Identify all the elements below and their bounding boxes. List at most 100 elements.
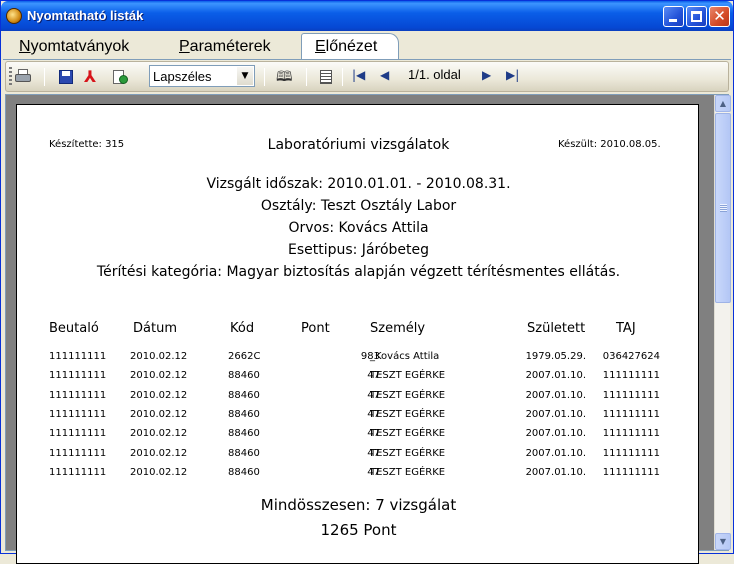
table-cell: 88460 xyxy=(228,370,260,382)
table-cell: 88460 xyxy=(228,428,260,440)
tab-parameterek[interactable]: Paraméterek xyxy=(179,35,271,59)
toolbar-separator xyxy=(342,68,343,86)
table-cell: 111111111 xyxy=(602,428,660,440)
toolbar-grip[interactable] xyxy=(9,67,12,87)
first-page-icon[interactable]: |◀ xyxy=(352,68,365,82)
report-title: Laboratóriumi vizsgálatok xyxy=(267,137,450,153)
title-bar[interactable]: Nyomtatható listák ✕ xyxy=(1,1,733,31)
table-cell: 111111111 xyxy=(49,389,107,401)
report-period: Vizsgált időszak: 2010.01.01. - 2010.08.… xyxy=(206,176,511,192)
toolbar-separator xyxy=(44,68,45,86)
app-window: Nyomtatható listák ✕ Nyomtatványok Param… xyxy=(0,0,734,564)
vertical-scrollbar[interactable]: ▲ ▼ xyxy=(714,95,731,550)
table-cell: 111111111 xyxy=(602,447,660,459)
maximize-button[interactable] xyxy=(686,6,707,27)
table-cell: 1979.05.29. xyxy=(525,351,586,362)
report-total-count: Mindösszesen: 7 vizsgálat xyxy=(260,496,457,514)
tab-nyomtatvanyok[interactable]: Nyomtatványok xyxy=(19,35,129,59)
pdf-icon[interactable]: ⅄ xyxy=(84,69,100,85)
table-cell: 2010.02.12 xyxy=(130,447,188,459)
scroll-up-button[interactable]: ▲ xyxy=(715,95,731,112)
book-icon[interactable]: 🕮 xyxy=(276,69,293,85)
tab-bar: Nyomtatványok Paraméterek Előnézet xyxy=(3,31,731,60)
toolbar-separator xyxy=(306,68,307,86)
column-header: Dátum xyxy=(133,321,177,336)
tab-divider xyxy=(3,59,731,60)
last-page-icon[interactable]: ▶| xyxy=(506,68,519,82)
report-case-type: Esettipus: Járóbeteg xyxy=(287,242,430,258)
table-cell: 2007.01.10. xyxy=(525,447,586,459)
table-cell: 88460 xyxy=(228,408,260,420)
zoom-value: Lapszéles xyxy=(153,69,212,84)
close-button[interactable]: ✕ xyxy=(709,6,730,27)
column-header: Beutaló xyxy=(49,321,99,336)
tab-label: araméterek xyxy=(189,38,271,55)
preview-toolbar: ⅄ Lapszéles ▼ 🕮 |◀ ◀ 1/1. oldal ▶ ▶| xyxy=(5,61,729,92)
table-cell: 2010.02.12 xyxy=(130,408,188,420)
next-page-icon[interactable]: ▶ xyxy=(482,68,491,82)
column-header: Pont xyxy=(301,321,330,336)
export-icon[interactable] xyxy=(112,69,128,85)
table-cell: 2007.01.10. xyxy=(525,389,586,401)
minimize-icon xyxy=(669,19,677,22)
table-cell: TESZT EGÉRKE xyxy=(370,389,446,401)
table-cell: 111111111 xyxy=(49,466,107,478)
table-cell: TESZT EGÉRKE xyxy=(370,466,446,478)
report-category: Térítési kategória: Magyar biztosítás al… xyxy=(96,264,621,280)
table-cell: 2007.01.10. xyxy=(525,428,586,440)
window-title: Nyomtatható listák xyxy=(27,8,144,23)
table-cell: 2010.02.12 xyxy=(130,370,188,382)
table-cell: 2010.02.12 xyxy=(130,351,188,362)
table-cell: TESZT EGÉRKE xyxy=(370,447,446,459)
app-icon xyxy=(6,8,22,24)
minimize-button[interactable] xyxy=(663,6,684,27)
table-cell: 111111111 xyxy=(49,370,107,382)
table-cell: 88460 xyxy=(228,389,260,401)
prev-page-icon[interactable]: ◀ xyxy=(380,68,389,82)
tab-mnemonic: E xyxy=(315,38,326,55)
print-preview-area[interactable]: Készítette: 315 Készült: 2010.08.05. Lab… xyxy=(5,94,731,564)
table-cell: 111111111 xyxy=(602,466,660,478)
report-total-points: 1265 Pont xyxy=(320,521,397,539)
maximize-icon xyxy=(691,11,702,22)
table-cell: 2007.01.10. xyxy=(525,466,586,478)
chevron-down-icon[interactable]: ▼ xyxy=(237,67,253,85)
table-cell: 111111111 xyxy=(49,447,107,459)
tab-label: lőnézet xyxy=(325,38,378,55)
table-cell: 111111111 xyxy=(49,351,107,362)
table-cell: 2010.02.12 xyxy=(130,389,188,401)
table-cell: TESZT EGÉRKE xyxy=(370,408,446,420)
scroll-thumb[interactable] xyxy=(715,113,731,303)
toolbar-separator xyxy=(264,68,265,86)
tab-mnemonic: P xyxy=(179,38,190,55)
table-cell: _Kovács Attila xyxy=(370,351,440,362)
table-cell: TESZT EGÉRKE xyxy=(370,370,446,382)
table-cell: TESZT EGÉRKE xyxy=(370,428,446,440)
table-cell: 2662C xyxy=(228,351,261,362)
scroll-down-button[interactable]: ▼ xyxy=(715,533,731,550)
close-icon: ✕ xyxy=(713,7,726,25)
report-page: Készítette: 315 Készült: 2010.08.05. Lab… xyxy=(16,104,699,564)
table-cell: 88460 xyxy=(228,466,260,478)
printer-icon[interactable] xyxy=(15,69,31,85)
report-doctor: Orvos: Kovács Attila xyxy=(288,220,429,236)
table-cell: 2010.02.12 xyxy=(130,428,188,440)
table-cell: 2007.01.10. xyxy=(525,408,586,420)
zoom-select[interactable]: Lapszéles ▼ xyxy=(149,65,255,87)
report-department: Osztály: Teszt Osztály Labor xyxy=(260,198,457,214)
tab-mnemonic: N xyxy=(19,38,31,55)
page-indicator: 1/1. oldal xyxy=(408,67,461,82)
table-cell: 111111111 xyxy=(49,428,107,440)
tab-label: yomtatványok xyxy=(30,38,130,55)
table-cell: 111111111 xyxy=(602,408,660,420)
table-cell: 036427624 xyxy=(602,351,660,362)
table-cell: 111111111 xyxy=(49,408,107,420)
table-cell: 88460 xyxy=(228,447,260,459)
tab-elonezet[interactable]: Előnézet xyxy=(301,33,399,60)
table-cell: 111111111 xyxy=(602,389,660,401)
column-header: Kód xyxy=(230,321,255,336)
save-icon[interactable] xyxy=(58,69,74,85)
pages-icon[interactable] xyxy=(318,69,334,85)
table-cell: 111111111 xyxy=(602,370,660,382)
column-header: Személy xyxy=(370,321,426,336)
